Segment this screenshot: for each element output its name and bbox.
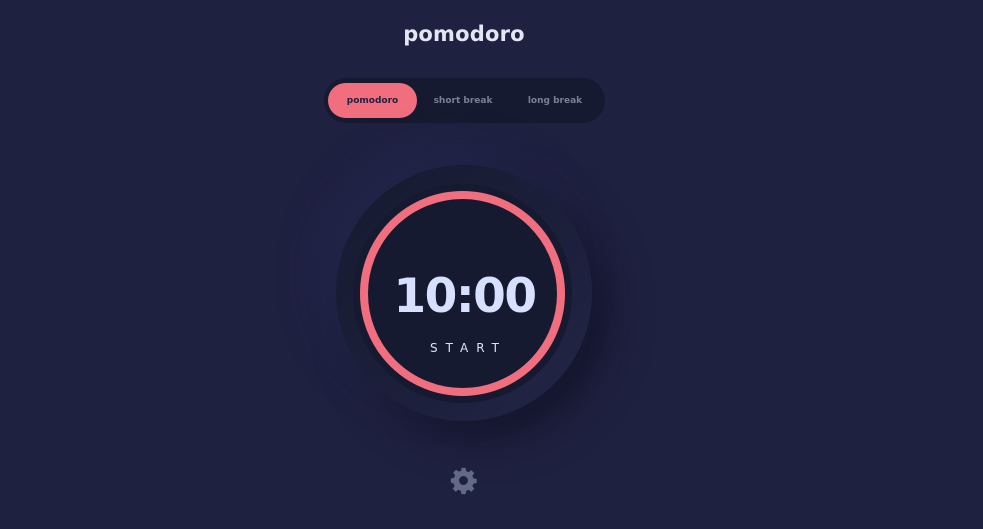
settings-button[interactable]: [449, 466, 478, 495]
mode-tab-short-break[interactable]: short break: [419, 83, 507, 118]
app-title: pomodoro: [403, 22, 525, 46]
mode-tab-long-break[interactable]: long break: [510, 83, 600, 118]
pomodoro-app: pomodoro pomodoro short break long break…: [0, 0, 983, 529]
start-button[interactable]: START: [363, 341, 566, 355]
mode-selector: pomodoro short break long break: [324, 78, 605, 123]
mode-tab-pomodoro[interactable]: pomodoro: [328, 83, 417, 118]
timer-display: 10:00: [393, 269, 537, 324]
gear-icon: [450, 467, 477, 495]
